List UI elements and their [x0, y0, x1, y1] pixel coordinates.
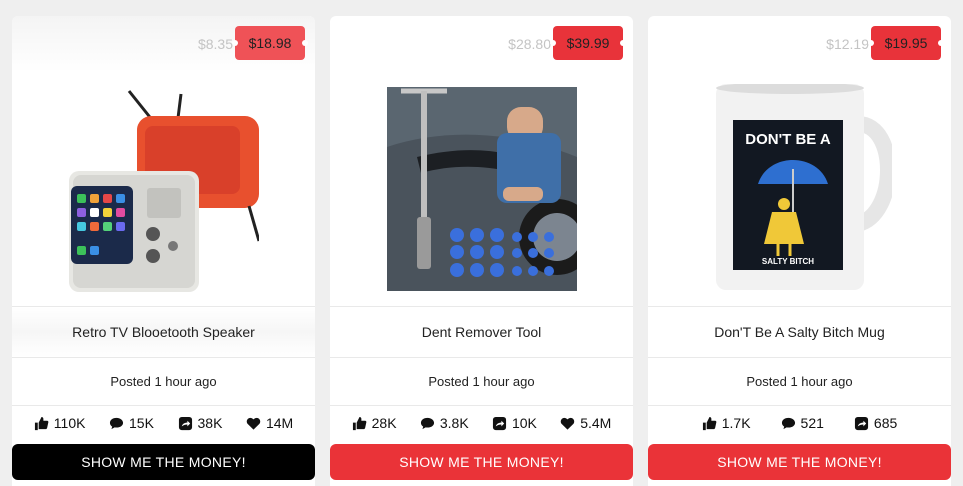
comments-count: 3.8K — [439, 415, 469, 431]
likes-stat[interactable]: 1.7K — [702, 415, 751, 431]
sale-price-tag: $39.99 — [550, 26, 626, 60]
product-title[interactable]: Dent Remover Tool — [330, 306, 633, 358]
product-card[interactable]: $8.35 $18.98 Retro TV Blooetooth Speaker… — [12, 16, 315, 486]
stats-row: 28K 3.8K 10K 5.4M — [330, 410, 633, 436]
product-card[interactable]: $28.80 $39.99 Dent Remover Tool Posted 1… — [330, 16, 633, 486]
stats-row: 110K 15K 38K 14M — [12, 410, 315, 436]
shares-stat[interactable]: 10K — [492, 415, 537, 431]
heart-icon — [246, 417, 261, 430]
shares-count: 685 — [873, 415, 898, 431]
comments-stat[interactable]: 15K — [109, 415, 154, 431]
shares-count: 10K — [511, 415, 537, 431]
shares-stat[interactable]: 685 — [854, 415, 897, 431]
product-title[interactable]: Retro TV Blooetooth Speaker — [12, 306, 315, 358]
comment-icon — [109, 417, 124, 429]
original-price: $8.35 — [197, 36, 233, 52]
hearts-count: 5.4M — [580, 415, 612, 431]
comments-stat[interactable]: 3.8K — [420, 415, 469, 431]
heart-icon — [560, 417, 575, 430]
show-me-the-money-button[interactable]: SHOW ME THE MONEY! — [648, 444, 951, 480]
product-image[interactable] — [12, 72, 315, 306]
shares-count: 38K — [197, 415, 223, 431]
product-image[interactable]: DON'T BE A SALTY BITCH — [648, 72, 951, 306]
comments-count: 15K — [129, 415, 154, 431]
comment-icon — [781, 417, 795, 429]
sale-price-tag: $18.98 — [232, 26, 308, 60]
share-icon — [854, 416, 868, 430]
likes-stat[interactable]: 110K — [34, 415, 86, 431]
show-me-the-money-button[interactable]: SHOW ME THE MONEY! — [330, 444, 633, 480]
likes-count: 28K — [371, 415, 397, 431]
mug-text-top: DON'T BE A — [745, 131, 831, 148]
thumbs-up-icon — [352, 416, 367, 430]
comments-count: 521 — [800, 415, 824, 431]
hearts-stat[interactable]: 14M — [246, 415, 293, 431]
salty-mug-image: DON'T BE A SALTY BITCH — [715, 84, 892, 290]
shares-stat[interactable]: 38K — [178, 415, 223, 431]
posted-time: Posted 1 hour ago — [648, 357, 951, 406]
comments-stat[interactable]: 521 — [781, 415, 824, 431]
stats-row: 1.7K 521 685 — [648, 410, 951, 436]
comment-icon — [420, 417, 434, 429]
likes-count: 1.7K — [721, 415, 751, 431]
hearts-count: 14M — [265, 415, 294, 431]
posted-time: Posted 1 hour ago — [12, 357, 315, 406]
retro-tv-speaker-image — [68, 86, 259, 292]
hearts-stat[interactable]: 5.4M — [560, 415, 611, 431]
thumbs-up-icon — [34, 416, 49, 430]
original-price: $28.80 — [508, 36, 551, 52]
original-price: $12.19 — [826, 36, 869, 52]
product-title[interactable]: Don'T Be A Salty Bitch Mug — [648, 306, 951, 358]
likes-stat[interactable]: 28K — [352, 415, 397, 431]
share-icon — [492, 416, 507, 430]
product-card[interactable]: $12.19 $19.95 DON'T BE A SALTY BITCH Don… — [648, 16, 951, 486]
share-icon — [178, 416, 192, 430]
product-image[interactable] — [330, 72, 633, 306]
thumbs-up-icon — [702, 416, 717, 430]
likes-count: 110K — [53, 415, 86, 431]
posted-time: Posted 1 hour ago — [330, 357, 633, 406]
sale-price-tag: $19.95 — [868, 26, 944, 60]
dent-remover-tool-image — [386, 87, 577, 291]
show-me-the-money-button[interactable]: SHOW ME THE MONEY! — [12, 444, 315, 480]
mug-text-bottom: SALTY BITCH — [761, 257, 813, 266]
